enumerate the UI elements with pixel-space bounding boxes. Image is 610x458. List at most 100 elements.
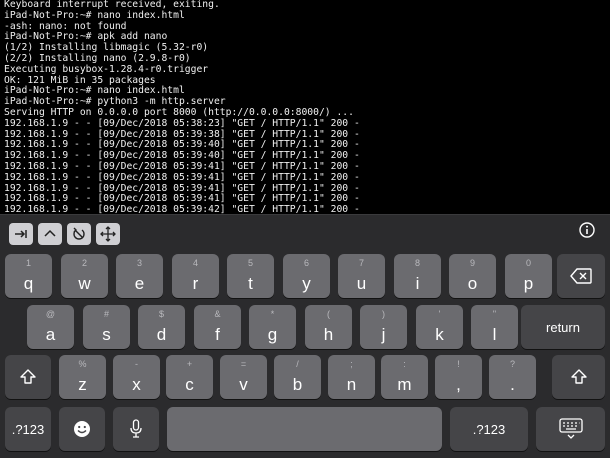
- key-char: l: [492, 325, 497, 344]
- key-s[interactable]: # s: [83, 305, 130, 349]
- key-o[interactable]: 9o: [449, 254, 496, 298]
- return-key-label: return: [546, 319, 580, 335]
- key-char: y: [302, 274, 311, 293]
- key-comma[interactable]: !,: [435, 355, 482, 399]
- shift-icon: [552, 355, 605, 399]
- delete-key[interactable]: [557, 254, 605, 298]
- key-q[interactable]: 1q: [5, 254, 52, 298]
- space-bar[interactable]: [167, 407, 442, 451]
- shift-icon: [5, 355, 51, 399]
- key-char: m: [397, 375, 412, 394]
- key-hint: =: [240, 359, 247, 369]
- key-hint: ': [438, 309, 441, 319]
- key-l[interactable]: " l: [471, 305, 518, 349]
- key-t[interactable]: 5t: [227, 254, 274, 298]
- key-char: z: [78, 375, 87, 394]
- key-hint: &: [214, 309, 221, 319]
- key-f[interactable]: & f: [194, 305, 241, 349]
- shift-key-left[interactable]: [5, 355, 51, 399]
- key-char: o: [467, 274, 478, 293]
- terminal-line: iPad-Not-Pro:~# nano index.html: [4, 9, 185, 21]
- tab-icon: [14, 228, 28, 240]
- key-char: r: [192, 274, 199, 293]
- emoji-icon: [59, 407, 105, 451]
- key-hint: @: [45, 309, 56, 319]
- key-j[interactable]: ) j: [360, 305, 407, 349]
- key-hint: ): [382, 309, 385, 319]
- key-hint: ": [492, 309, 497, 319]
- key-char: t: [248, 274, 253, 293]
- info-button[interactable]: [578, 222, 596, 242]
- arrow-keys-button[interactable]: [96, 223, 120, 245]
- key-hint: #: [103, 309, 109, 319]
- key-hint: :: [403, 359, 406, 369]
- key-hint: 0: [525, 258, 531, 268]
- dictation-key[interactable]: [113, 407, 159, 451]
- key-hint: 1: [25, 258, 31, 268]
- key-hint: 6: [303, 258, 309, 268]
- shift-key-right[interactable]: [552, 355, 605, 399]
- key-char: f: [215, 325, 220, 344]
- key-char: u: [356, 274, 367, 293]
- key-g[interactable]: * g: [249, 305, 296, 349]
- key-char: d: [156, 325, 167, 344]
- key-r[interactable]: 4r: [172, 254, 219, 298]
- key-char: w: [78, 274, 91, 293]
- key-hint: *: [270, 309, 275, 319]
- key-period[interactable]: ?.: [489, 355, 536, 399]
- key-char: n: [346, 375, 357, 394]
- tab-key-button[interactable]: [9, 223, 33, 245]
- key-hint: 4: [192, 258, 198, 268]
- terminal-line: 192.168.1.9 - - [09/Dec/2018 05:38:23] "…: [4, 117, 360, 129]
- numbers-key-left[interactable]: .?123: [5, 407, 51, 451]
- key-char: a: [45, 325, 56, 344]
- key-p[interactable]: 0p: [505, 254, 552, 298]
- key-m[interactable]: :m: [381, 355, 428, 399]
- key-hint: -: [135, 359, 138, 369]
- key-hint: 9: [469, 258, 475, 268]
- key-hint: /: [296, 359, 299, 369]
- microphone-icon: [113, 407, 159, 451]
- keyboard-hide-icon: [536, 407, 605, 451]
- return-key[interactable]: return: [521, 305, 605, 349]
- key-hint: %: [78, 359, 87, 369]
- key-a[interactable]: @ a: [27, 305, 74, 349]
- escape-key-button[interactable]: [67, 223, 91, 245]
- key-x[interactable]: -x: [113, 355, 160, 399]
- numbers-key-left-label: .?123: [11, 421, 45, 437]
- key-i[interactable]: 8i: [394, 254, 441, 298]
- key-hint: 3: [136, 258, 142, 268]
- terminal-line: Executing busybox-1.28.4-r0.trigger: [4, 63, 209, 75]
- escape-icon: [72, 227, 86, 241]
- key-u[interactable]: 7u: [338, 254, 385, 298]
- control-key-button[interactable]: [38, 223, 62, 245]
- key-char: q: [23, 274, 34, 293]
- hide-keyboard-key[interactable]: [536, 407, 605, 451]
- key-y[interactable]: 6y: [283, 254, 330, 298]
- key-char: c: [185, 375, 194, 394]
- key-char: x: [132, 375, 141, 394]
- info-icon: [579, 222, 595, 242]
- key-w[interactable]: 2w: [61, 254, 108, 298]
- numbers-key-right[interactable]: .?123: [450, 407, 528, 451]
- key-h[interactable]: (h: [305, 305, 352, 349]
- key-b[interactable]: / b: [274, 355, 321, 399]
- key-hint: 2: [81, 258, 87, 268]
- terminal-output[interactable]: Keyboard interrupt received, exiting. iPa…: [0, 0, 610, 214]
- key-char: .: [510, 375, 515, 394]
- key-e[interactable]: 3e: [116, 254, 163, 298]
- key-z[interactable]: % z: [59, 355, 106, 399]
- key-n[interactable]: ; n: [328, 355, 375, 399]
- terminal-line: 192.168.1.9 - - [09/Dec/2018 05:39:41] "…: [4, 171, 360, 183]
- emoji-key[interactable]: [59, 407, 105, 451]
- key-char: v: [239, 375, 248, 394]
- key-char: b: [292, 375, 303, 394]
- key-hint: ?: [509, 359, 515, 369]
- key-d[interactable]: $ d: [138, 305, 185, 349]
- key-v[interactable]: = v: [220, 355, 267, 399]
- key-char: h: [323, 325, 334, 344]
- key-c[interactable]: + c: [166, 355, 213, 399]
- keyboard-shortcut-bar: [0, 214, 610, 252]
- key-char: ,: [456, 375, 461, 394]
- key-k[interactable]: ' k: [416, 305, 463, 349]
